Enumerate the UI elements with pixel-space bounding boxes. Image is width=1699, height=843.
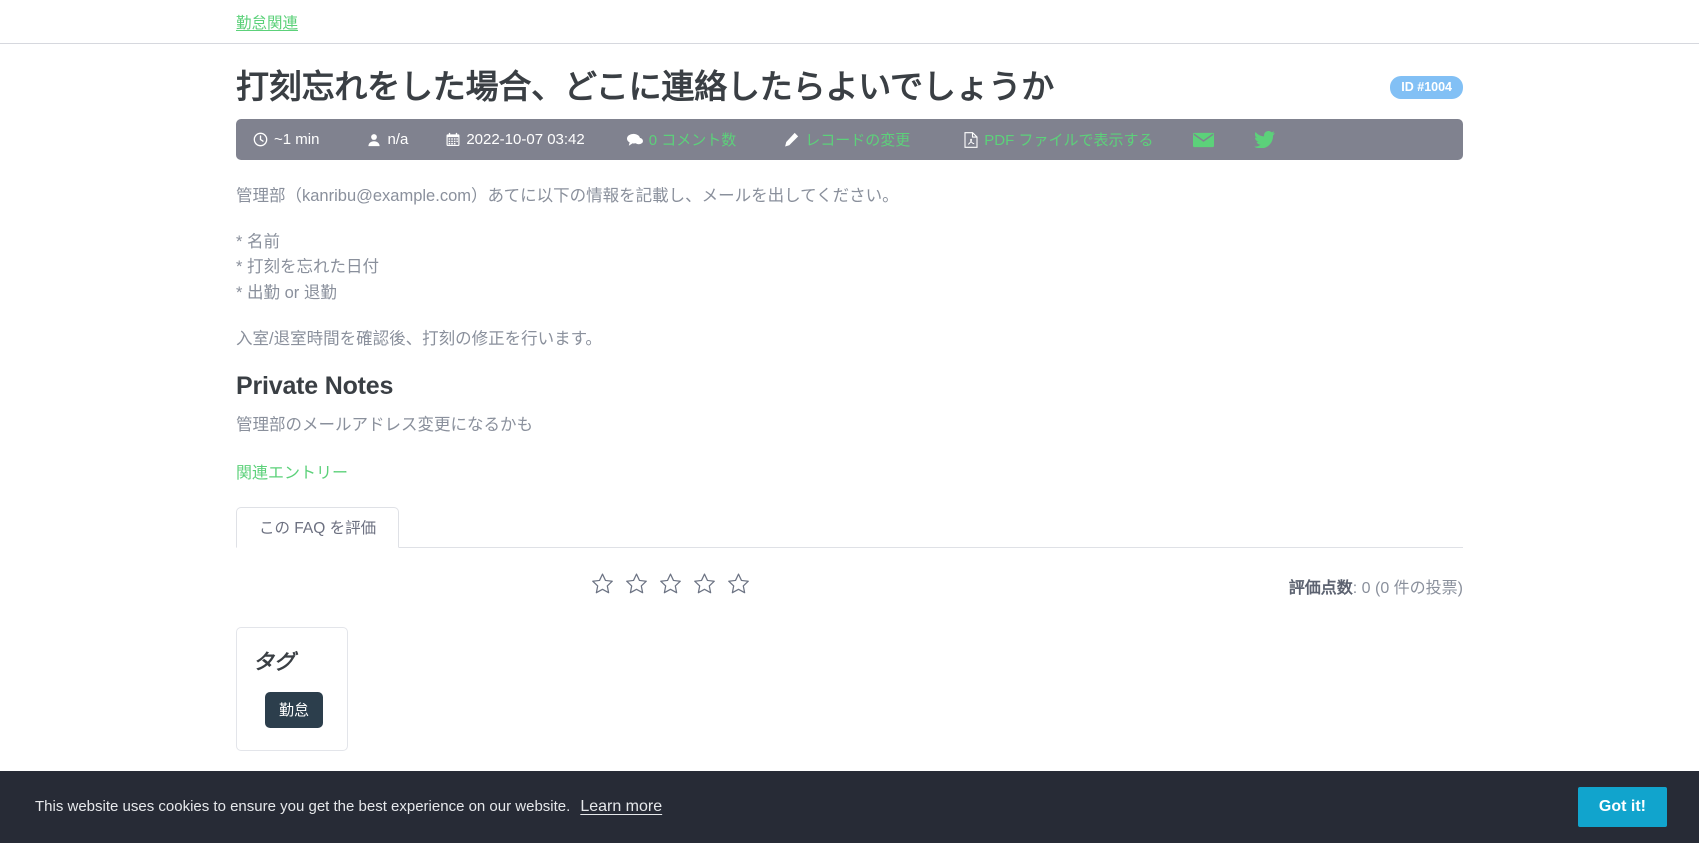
meta-read-time: ~1 min bbox=[253, 131, 319, 148]
meta-edit-record-label: レコードの変更 bbox=[805, 132, 911, 150]
meta-comments-link[interactable]: 0 コメント数 bbox=[626, 129, 737, 150]
star-icon-5[interactable] bbox=[727, 572, 750, 599]
meta-pdf-link[interactable]: PDF ファイルで表示する bbox=[964, 129, 1153, 150]
body-closing: 入室/退室時間を確認後、打刻の修正を行います。 bbox=[236, 329, 602, 348]
meta-toolbar: ~1 min n/a 2022-10-07 03:42 0 コメント数 レコード… bbox=[236, 119, 1463, 161]
body-bullets: * 名前 * 打刻を忘れた日付 * 出勤 or 退勤 bbox=[236, 230, 1463, 307]
tab-bar: この FAQ を評価 bbox=[236, 507, 1463, 549]
clock-icon bbox=[253, 132, 268, 147]
user-icon bbox=[367, 133, 381, 147]
meta-pdf-label: PDF ファイルで表示する bbox=[984, 132, 1154, 150]
meta-author-label: n/a bbox=[387, 131, 409, 149]
private-notes-heading: Private Notes bbox=[236, 372, 394, 401]
related-entries-link[interactable]: 関連エントリー bbox=[236, 465, 348, 482]
star-icon-4[interactable] bbox=[693, 572, 716, 599]
cookie-message: This website uses cookies to ensure you … bbox=[35, 798, 571, 815]
cookie-consent-banner: This website uses cookies to ensure you … bbox=[0, 771, 1699, 843]
meta-edit-record-link[interactable]: レコードの変更 bbox=[784, 129, 910, 150]
tag-chip-0[interactable]: 勤怠 bbox=[265, 692, 324, 729]
star-rating-widget[interactable] bbox=[591, 572, 750, 599]
body-bullet-2: * 出勤 or 退勤 bbox=[236, 283, 337, 302]
body-intro: 管理部（kanribu@example.com）あてに以下の情報を記載し、メール… bbox=[236, 187, 899, 206]
rating-score-value: : 0 (0 件の投票) bbox=[1352, 579, 1463, 597]
breadcrumb-link-category[interactable]: 勤怠関連 bbox=[236, 11, 298, 33]
pdf-file-icon bbox=[964, 131, 978, 148]
star-icon-3[interactable] bbox=[659, 572, 682, 599]
rating-score: 評価点数: 0 (0 件の投票) bbox=[1289, 574, 1463, 598]
cookie-accept-button[interactable]: Got it! bbox=[1577, 787, 1667, 827]
tag-card-heading: タグ bbox=[253, 650, 295, 675]
private-notes-text: 管理部のメールアドレス変更になるかも bbox=[236, 416, 533, 435]
rating-row: 評価点数: 0 (0 件の投票) bbox=[236, 548, 1463, 599]
cookie-learn-more-link[interactable]: Learn more bbox=[580, 798, 662, 815]
pencil-icon bbox=[784, 132, 799, 147]
content-wrapper: 打刻忘れをした場合、どこに連絡したらよいでしょうか ID #1004 ~1 mi… bbox=[0, 44, 1699, 752]
meta-comments-label: 0 コメント数 bbox=[648, 132, 737, 150]
meta-date: 2022-10-07 03:42 bbox=[446, 131, 585, 149]
tag-card: タグ 勤怠 bbox=[236, 627, 348, 752]
breadcrumb: 勤怠関連 bbox=[0, 0, 1699, 44]
article-body: 管理部（kanribu@example.com）あてに以下の情報を記載し、メール… bbox=[236, 184, 1463, 352]
body-bullet-0: * 名前 bbox=[236, 232, 281, 251]
tab-rate-faq[interactable]: この FAQ を評価 bbox=[236, 507, 400, 549]
page-title: 打刻忘れをした場合、どこに連絡したらよいでしょうか bbox=[236, 68, 1055, 105]
rating-score-label: 評価点数 bbox=[1288, 579, 1353, 597]
comment-icon bbox=[626, 133, 643, 147]
twitter-icon[interactable] bbox=[1254, 131, 1276, 149]
calendar-icon bbox=[446, 132, 460, 147]
star-icon-1[interactable] bbox=[591, 572, 614, 599]
status-badge-id: ID #1004 bbox=[1390, 76, 1463, 99]
cookie-message-wrapper: This website uses cookies to ensure you … bbox=[35, 798, 662, 816]
body-bullet-1: * 打刻を忘れた日付 bbox=[236, 258, 380, 277]
star-icon-2[interactable] bbox=[625, 572, 648, 599]
title-row: 打刻忘れをした場合、どこに連絡したらよいでしょうか ID #1004 bbox=[236, 44, 1463, 107]
meta-author: n/a bbox=[367, 131, 408, 148]
page-root: 勤怠関連 打刻忘れをした場合、どこに連絡したらよいでしょうか ID #1004 … bbox=[0, 0, 1699, 843]
meta-read-time-label: ~1 min bbox=[274, 131, 320, 149]
meta-date-label: 2022-10-07 03:42 bbox=[466, 131, 585, 149]
envelope-icon[interactable] bbox=[1193, 132, 1215, 148]
